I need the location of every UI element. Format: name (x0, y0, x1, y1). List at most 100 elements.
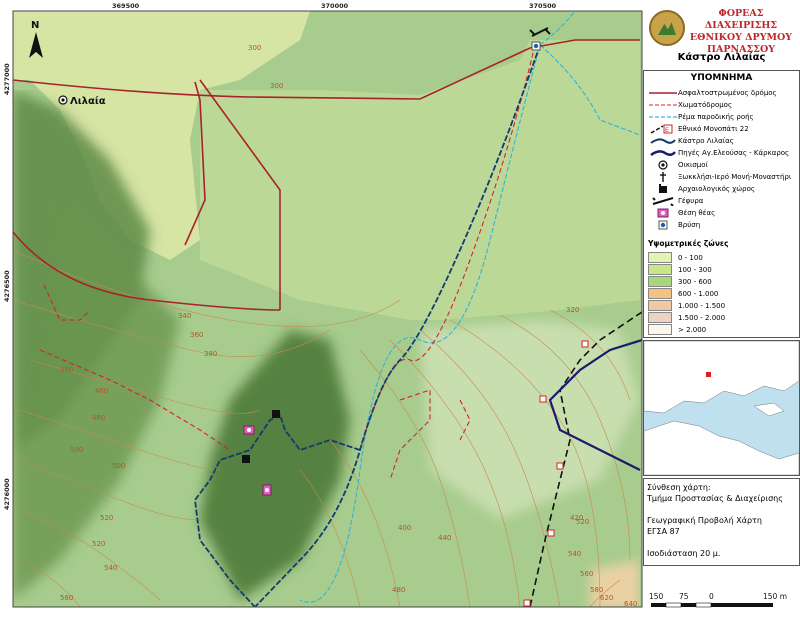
contour-label: 560 (580, 570, 593, 578)
viewpoint-icon[interactable] (262, 484, 272, 496)
contour-label: 460 (95, 387, 108, 395)
location-marker-icon (706, 372, 711, 377)
elevation-zone: 100 - 300 (648, 264, 712, 275)
zone-label: 1.500 - 2.000 (678, 313, 726, 322)
contour-label: 480 (92, 414, 105, 422)
elevation-zone: 300 - 600 (648, 276, 712, 287)
contour-label: 320 (566, 306, 579, 314)
viewpoint-icon (648, 207, 678, 219)
zone-label: 600 - 1.000 (678, 289, 719, 298)
contour-label: 540 (568, 550, 581, 558)
contour-label: 620 (600, 594, 613, 602)
inset-location-map[interactable] (643, 340, 800, 476)
zone-swatch (648, 324, 672, 335)
elevation-zone: 0 - 100 (648, 252, 703, 263)
zone-swatch (648, 276, 672, 287)
contour-label: 380 (204, 350, 217, 358)
zone-swatch (648, 264, 672, 275)
contour-label: 300 (270, 82, 283, 90)
legend-item: Βρύση (648, 219, 700, 231)
grid-y-label: 4277000 (3, 63, 11, 95)
elevation-zones-title: Υψομετρικές ζώνες (648, 239, 729, 248)
zone-swatch (648, 288, 672, 299)
grid-x-label: 370000 (321, 2, 349, 10)
legend-item: Γέφυρα (648, 195, 703, 207)
map-title: Κάστρο Λιλαίας (677, 52, 766, 63)
viewpoint-icon[interactable] (243, 425, 255, 435)
elevation-zone: 600 - 1.000 (648, 288, 718, 299)
organization-name: ΦΟΡΕΑΣ ΔΙΑΧΕΙΡΙΣΗΣ ΕΘΝΙΚΟΥ ΔΡΥΜΟΥ ΠΑΡΝΑΣ… (685, 8, 797, 56)
legend-label: Οικισμοί (678, 161, 708, 169)
national-trail-line-icon: Ε (648, 123, 678, 135)
legend-label: Αρχαιολογικός χώρος (678, 185, 755, 193)
org-line: ΕΘΝΙΚΟΥ ΔΡΥΜΟΥ (689, 32, 793, 43)
legend-item: Ε Εθνικό Μονοπάτι 22 (648, 123, 749, 135)
contour-label: 520 (576, 518, 589, 526)
fountain-icon[interactable] (531, 41, 541, 51)
zone-label: > 2.000 (678, 325, 707, 334)
legend-label: Γέφυρα (678, 197, 704, 205)
stream-line-icon (648, 111, 678, 123)
legend-label: Χωματόδρομος (678, 101, 733, 109)
zone-label: 100 - 300 (678, 265, 712, 274)
contour-label: 500 (70, 446, 83, 454)
legend-title: ΥΠΟΜΝΗΜΑ (690, 73, 753, 83)
legend-panel: ΥΠΟΜΝΗΜΑ Ασφαλτοστρωμένος δρόμος Χωματόδ… (643, 70, 800, 338)
legend-item: Αρχαιολογικός χώρος (648, 183, 755, 195)
contour-label: 460 (60, 366, 73, 374)
grid-x-label: 369500 (112, 2, 140, 10)
info-line: ΕΓΣΑ 87 (647, 527, 680, 536)
contour-label: 520 (100, 514, 113, 522)
info-line: Τμήμα Προστασίας & Διαχείρισης (647, 494, 783, 503)
paved-road-line-icon (648, 87, 678, 99)
settlement-icon (648, 159, 678, 171)
info-line: Σύνθεση χάρτη: (647, 483, 711, 492)
legend-label: Εθνικό Μονοπάτι 22 (678, 125, 749, 133)
castle-trail-line-icon (648, 135, 678, 147)
scale-bar-segments (651, 602, 773, 608)
legend-item: Ρέμα παροδικής ροής (648, 111, 754, 123)
legend-label: Πηγές Αγ.Ελεούσας - Κάρκαρος (678, 149, 790, 157)
org-line: ΦΟΡΕΑΣ ΔΙΑΧΕΙΡΙΣΗΣ (704, 8, 778, 31)
legend-item: Πηγές Αγ.Ελεούσας - Κάρκαρος (648, 147, 789, 159)
elevation-zone: 1.500 - 2.000 (648, 312, 725, 323)
contour-label: 480 (392, 586, 405, 594)
grid-y-label: 4276500 (3, 270, 11, 302)
info-line (647, 537, 796, 548)
bridge-icon (648, 195, 678, 207)
info-line: Ισοδιάσταση 20 μ. (647, 549, 721, 558)
fountain-icon (648, 219, 678, 231)
organization-logo-icon (649, 10, 685, 46)
legend-item: Κάστρο Λιλαίας (648, 135, 734, 147)
contour-label: 440 (438, 534, 451, 542)
archaeological-site-icon[interactable] (272, 410, 280, 418)
legend-label: Βρύση (678, 221, 701, 229)
zone-label: 0 - 100 (678, 253, 703, 262)
zone-swatch (648, 252, 672, 263)
inset-map-graphic (644, 341, 799, 475)
legend-item: Ασφαλτοστρωμένος δρόμος (648, 87, 777, 99)
legend-label: Κάστρο Λιλαίας (678, 137, 734, 145)
zone-swatch (648, 300, 672, 311)
zone-swatch (648, 312, 672, 323)
north-label: N (31, 20, 39, 31)
info-line: Γεωγραφική Προβολή Χάρτη (647, 516, 762, 525)
contour-label: 520 (92, 540, 105, 548)
settlement-label: Λιλαία (70, 95, 106, 107)
contour-label: 300 (248, 44, 261, 52)
springs-trail-line-icon (648, 147, 678, 159)
info-line (647, 504, 796, 515)
legend-item: Οικισμοί (648, 159, 708, 171)
dirt-road-dashed-line-icon (648, 99, 678, 111)
svg-text:Ε: Ε (665, 127, 669, 134)
archaeological-site-icon[interactable] (242, 455, 250, 463)
scale-bar: 150 75 0 150 m (643, 590, 800, 618)
legend-label: Θέση θέας (678, 209, 716, 217)
header-panel: ΦΟΡΕΑΣ ΔΙΑΧΕΙΡΙΣΗΣ ΕΘΝΙΚΟΥ ΔΡΥΜΟΥ ΠΑΡΝΑΣ… (643, 0, 800, 70)
elevation-zone: 1.000 - 1.500 (648, 300, 725, 311)
legend-label: Ξωκκλήσι-Ιερό Μονή-Μοναστήρι (678, 173, 792, 181)
scale-label: 0 (709, 592, 714, 601)
zone-label: 300 - 600 (678, 277, 712, 286)
settlement-icon[interactable] (58, 95, 68, 105)
map-info-panel: Σύνθεση χάρτη: Τμήμα Προστασίας & Διαχεί… (643, 478, 800, 566)
